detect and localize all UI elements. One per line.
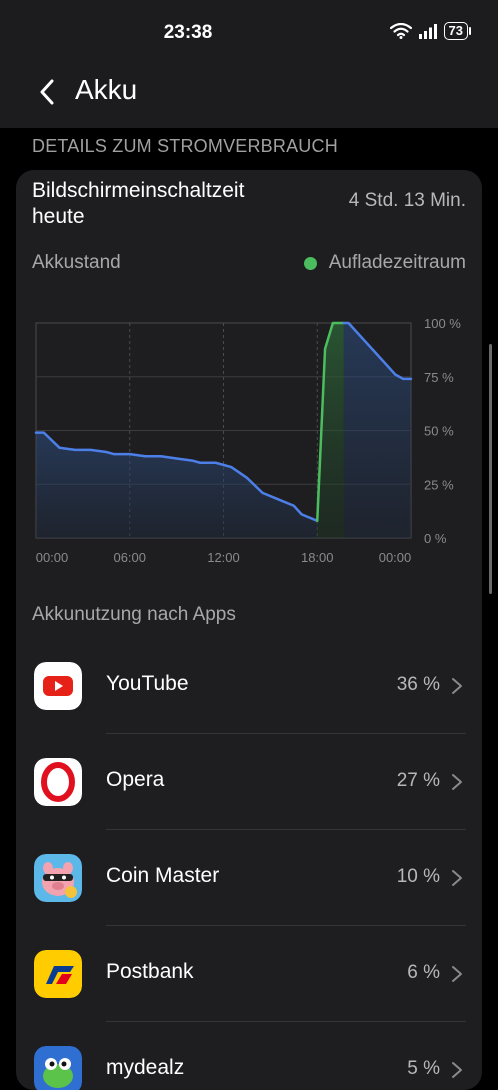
- chevron-right-icon: [452, 870, 462, 886]
- signal-icon: [418, 24, 437, 39]
- app-row-opera[interactable]: Opera 27 %: [16, 734, 482, 830]
- x-tick-label: 06:00: [113, 550, 146, 565]
- y-tick-label: 75 %: [424, 370, 454, 385]
- top-bar: 23:38 73 Akku: [0, 0, 498, 128]
- legend-charging-label: Aufladezeitraum: [328, 252, 466, 273]
- app-usage-percent: 6 %: [407, 962, 440, 983]
- section-header: DETAILS ZUM STROMVERBRAUCH: [32, 136, 338, 156]
- coin-master-icon: [34, 854, 82, 902]
- app-row-coin-master[interactable]: Coin Master 10 %: [16, 830, 482, 926]
- chart-title: Akkustand: [32, 252, 121, 273]
- app-name: Coin Master: [106, 864, 220, 887]
- x-tick-label: 00:00: [379, 550, 412, 565]
- battery-area: [36, 432, 318, 538]
- y-tick-label: 25 %: [424, 477, 454, 492]
- app-usage-percent: 10 %: [396, 866, 440, 887]
- back-button[interactable]: [32, 76, 62, 108]
- mydealz-icon: [34, 1046, 82, 1090]
- back-arrow-icon: [40, 79, 54, 105]
- app-name: YouTube: [106, 672, 189, 695]
- y-tick-label: 0 %: [424, 531, 447, 546]
- app-usage-percent: 27 %: [396, 770, 440, 791]
- app-name: Opera: [106, 768, 165, 791]
- wifi-icon: [389, 23, 412, 39]
- app-row-youtube[interactable]: YouTube 36 %: [16, 638, 482, 734]
- y-tick-label: 50 %: [424, 424, 454, 439]
- chevron-right-icon: [452, 966, 462, 982]
- status-icons: 73: [389, 22, 472, 40]
- chevron-right-icon: [452, 1062, 462, 1078]
- legend-charging-dot: [303, 256, 317, 270]
- chevron-right-icon: [452, 774, 462, 790]
- status-time: 23:38: [163, 22, 213, 43]
- app-usage-percent: 5 %: [407, 1058, 440, 1079]
- y-tick-label: 100 %: [424, 316, 461, 331]
- opera-icon: [34, 758, 82, 806]
- screen-time-value: 4 Std. 13 Min.: [348, 190, 466, 211]
- battery-level-chart[interactable]: 00:00 06:00 12:00 18:00 00:00 100 % 75 % 50 % 25…: [16, 310, 482, 580]
- apps-section-title: Akkunutzung nach Apps: [32, 604, 236, 625]
- youtube-icon: [34, 662, 82, 710]
- chevron-right-icon: [452, 678, 462, 694]
- app-usage-percent: 36 %: [396, 674, 440, 695]
- x-tick-label: 18:00: [301, 550, 334, 565]
- chart-legend: Aufladezeitraum: [303, 252, 466, 274]
- page-title: Akku: [75, 74, 138, 105]
- app-row-postbank[interactable]: Postbank 6 %: [16, 926, 482, 1022]
- battery-indicator: 73: [443, 22, 472, 40]
- postbank-icon: [34, 950, 82, 998]
- screen-time-label: Bildschirmeinschaltzeit heute: [32, 179, 245, 228]
- scrollbar[interactable]: [489, 344, 492, 594]
- x-tick-label: 00:00: [36, 550, 69, 565]
- x-tick-label: 12:00: [207, 550, 240, 565]
- battery-details-card: Bildschirmeinschaltzeit heute 4 Std. 13 …: [16, 170, 482, 1090]
- app-name: mydealz: [106, 1056, 185, 1079]
- app-name: Postbank: [106, 960, 194, 983]
